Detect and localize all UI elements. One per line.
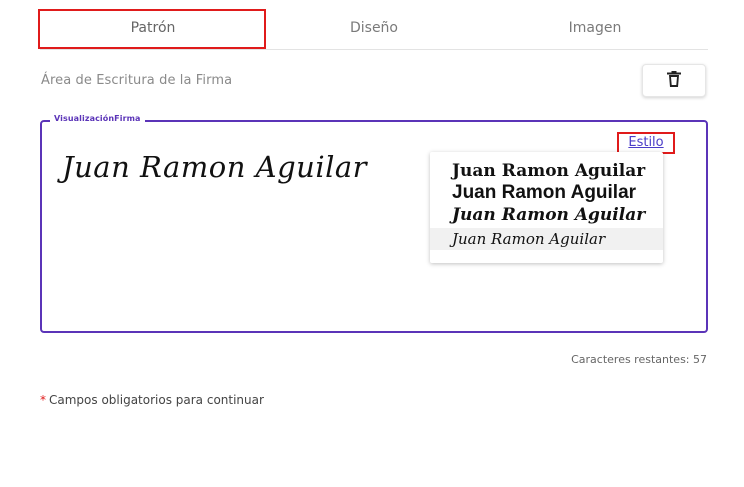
trash-icon [667, 70, 681, 91]
required-star: * [40, 393, 46, 407]
tab-patron[interactable]: Patrón [38, 9, 266, 50]
style-option[interactable]: Juan Ramon Aguilar [430, 204, 663, 226]
tab-imagen-label: Imagen [568, 20, 622, 36]
characters-remaining: Caracteres restantes: 57 [571, 353, 707, 366]
signature-preview: VisualizaciónFirma Juan Ramon Aguilar Es… [40, 114, 708, 333]
tab-diseno-label: Diseño [349, 20, 398, 36]
style-option-selected[interactable]: Juan Ramon Aguilar [430, 228, 663, 250]
signature-text: Juan Ramon Aguilar [62, 150, 368, 184]
tab-imagen[interactable]: Imagen [482, 10, 708, 50]
delete-signature-button[interactable] [642, 64, 706, 97]
style-option[interactable]: Juan Ramon Aguilar [430, 160, 663, 182]
style-link[interactable]: Estilo [617, 132, 675, 154]
tab-patron-label: Patrón [130, 20, 176, 36]
style-option[interactable]: Juan Ramon Aguilar [430, 182, 663, 204]
tab-diseno[interactable]: Diseño [266, 10, 482, 50]
signature-area-label: Área de Escritura de la Firma [41, 73, 233, 88]
style-menu: Juan Ramon Aguilar Juan Ramon Aguilar Ju… [430, 152, 663, 263]
required-note: * Campos obligatorios para continuar [40, 393, 264, 407]
tab-bar: Patrón Diseño Imagen [38, 9, 708, 50]
preview-legend: VisualizaciónFirma [50, 114, 145, 123]
required-text: Campos obligatorios para continuar [49, 393, 264, 407]
